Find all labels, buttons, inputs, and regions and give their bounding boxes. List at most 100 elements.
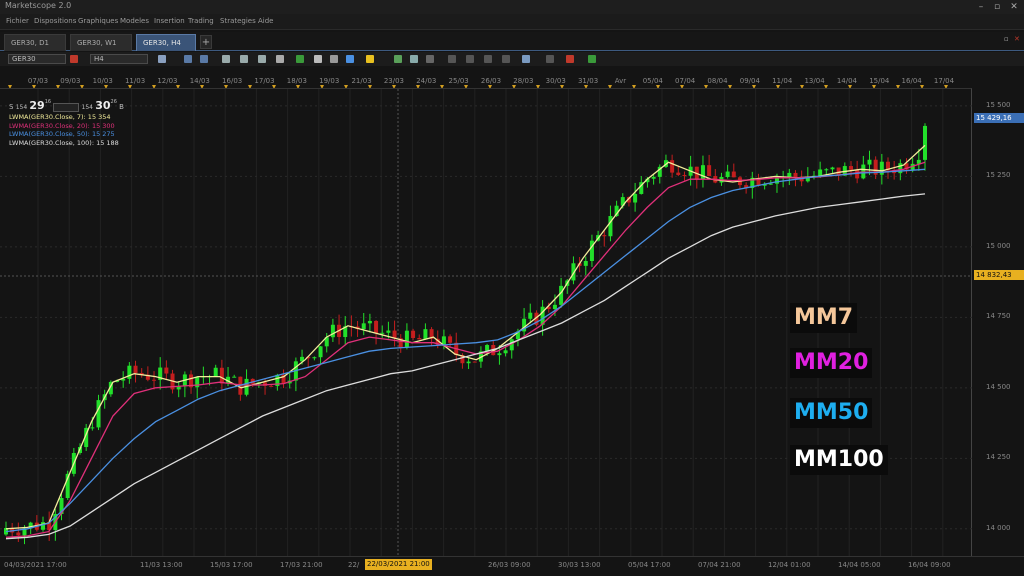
settings-icon[interactable] — [522, 55, 530, 63]
date-label: 07/04 — [675, 77, 696, 85]
buy-price[interactable]: 30 — [95, 99, 110, 112]
globe-icon[interactable] — [346, 55, 354, 63]
camera-icon[interactable] — [330, 55, 338, 63]
candle — [528, 312, 533, 319]
date-label: 12/03 — [157, 77, 178, 85]
candle — [602, 235, 607, 237]
amount-field[interactable] — [53, 102, 80, 112]
fibonacci-icon[interactable] — [426, 55, 434, 63]
legend-mm100-label: MM100 — [794, 447, 884, 472]
candle — [16, 532, 21, 536]
indicator-lwma20: LWMA(GER30.Close, 20): 15 300 — [9, 121, 115, 130]
remove-instrument-icon[interactable] — [70, 55, 78, 63]
legend-mm20-label: MM20 — [794, 350, 869, 375]
pencil-icon[interactable] — [366, 55, 374, 63]
time-label: 17/03 21:00 — [280, 561, 323, 569]
arrow-tool-icon[interactable] — [448, 55, 456, 63]
candle — [96, 400, 101, 428]
close-button[interactable]: ✕ — [1007, 0, 1021, 14]
zoom-out-icon[interactable] — [240, 55, 248, 63]
date-label: 24/03 — [416, 77, 437, 85]
price-axis[interactable]: 15 429,16 14 832,43 15 500 15 250 15 000 14… — [972, 88, 1024, 556]
close-panel-icon[interactable]: ✕ — [1014, 35, 1020, 43]
candle — [651, 176, 656, 179]
menu-graphiques[interactable]: Graphiques — [78, 17, 118, 25]
menu-trading[interactable]: Trading — [188, 17, 214, 25]
maximize-button[interactable]: ▫ — [990, 0, 1004, 14]
tab-ger30-w1[interactable]: GER30, W1 — [70, 34, 132, 51]
menu-aide[interactable]: Aide — [258, 17, 273, 25]
menu-strategies[interactable]: Strategies — [220, 17, 256, 25]
time-label: 16/04 09:00 — [908, 561, 951, 569]
zoom-in-icon[interactable] — [222, 55, 230, 63]
legend-mm100: MM100 — [790, 445, 888, 475]
app-title: Marketscope 2.0 — [5, 1, 72, 10]
price-label: 14 750 — [986, 312, 1011, 321]
info-panel: S 154 2916 154 3026 B LWMA(GER30.Close, … — [9, 99, 124, 147]
candle — [269, 385, 274, 387]
text-tool-icon[interactable] — [466, 55, 474, 63]
candle — [41, 522, 46, 530]
title-bar: Marketscope 2.0 – ▫ ✕ — [0, 0, 1024, 14]
candle — [633, 193, 638, 203]
candle — [164, 367, 169, 374]
candle — [411, 330, 416, 338]
price-label: 15 500 — [986, 100, 1011, 109]
time-label: 11/03 13:00 — [140, 561, 183, 569]
sell-price[interactable]: 29 — [29, 99, 44, 112]
date-label: 26/03 — [480, 77, 502, 85]
candle — [670, 160, 675, 173]
chart-area[interactable]: MM7 MM20 MM50 MM100 — [0, 88, 972, 557]
timeframe-select[interactable]: H4 — [90, 54, 148, 64]
cursor-icon[interactable] — [276, 55, 284, 63]
indicator-lwma50: LWMA(GER30.Close, 50): 15 275 — [9, 130, 115, 138]
comment-icon[interactable] — [314, 55, 322, 63]
buy-pip: 26 — [110, 99, 117, 105]
trend-tool-icon[interactable] — [502, 55, 510, 63]
minimize-button[interactable]: – — [974, 0, 988, 14]
candle — [861, 164, 866, 179]
tab-ger30-h4[interactable]: GER30, H4 — [136, 34, 196, 51]
crosshair-icon[interactable] — [258, 55, 266, 63]
chart-toolbar: GER30 H4 — [0, 52, 1024, 66]
template-icon[interactable] — [546, 55, 554, 63]
date-label: 05/04 — [642, 77, 663, 85]
grid-icon[interactable] — [588, 55, 596, 63]
shape-tool-icon[interactable] — [484, 55, 492, 63]
candle — [417, 337, 422, 340]
time-label: 22/ — [348, 561, 360, 569]
date-label: 28/03 — [513, 77, 534, 85]
last-price-tag: 15 429,16 — [974, 113, 1024, 123]
menu-insertion[interactable]: Insertion — [154, 17, 185, 25]
menu-fichier[interactable]: Fichier — [6, 17, 29, 25]
date-label: Avr — [614, 77, 627, 85]
menu-modeles[interactable]: Modeles — [120, 17, 149, 25]
price-label: 14 000 — [986, 523, 1011, 532]
line-tool-icon[interactable] — [394, 55, 402, 63]
candle — [552, 304, 557, 310]
indicator-lwma7: LWMA(GER30.Close, 7): 15 354 — [9, 113, 111, 121]
ask-icon[interactable] — [200, 55, 208, 63]
candle — [583, 260, 588, 266]
candle — [466, 361, 471, 364]
buy-prefix: 154 — [81, 104, 93, 111]
add-tab-button[interactable]: + — [200, 35, 212, 49]
instrument-select[interactable]: GER30 — [8, 54, 66, 64]
restore-panel-icon[interactable]: ▫ — [1004, 35, 1009, 43]
delete-drawings-icon[interactable] — [566, 55, 574, 63]
time-axis[interactable]: 04/03/2021 17:00 11/03 13:00 15/03 17:00… — [0, 556, 1024, 576]
indicator-icon[interactable] — [296, 55, 304, 63]
bid-icon[interactable] — [184, 55, 192, 63]
buy-label: B — [119, 103, 124, 111]
candle — [497, 353, 502, 356]
chart-type-icon[interactable] — [158, 55, 166, 63]
tab-ger30-d1[interactable]: GER30, D1 — [4, 34, 66, 51]
sell-prefix: 154 — [15, 104, 28, 111]
price-label: 15 000 — [986, 241, 1011, 250]
time-label: 14/04 05:00 — [838, 561, 881, 569]
menu-dispositions[interactable]: Dispositions — [34, 17, 76, 25]
candle — [90, 427, 95, 429]
channel-tool-icon[interactable] — [410, 55, 418, 63]
date-label: 07/03 — [27, 77, 49, 85]
chart-tab-bar: GER30, D1 GER30, W1 GER30, H4 + ▫ ✕ — [0, 32, 1024, 51]
